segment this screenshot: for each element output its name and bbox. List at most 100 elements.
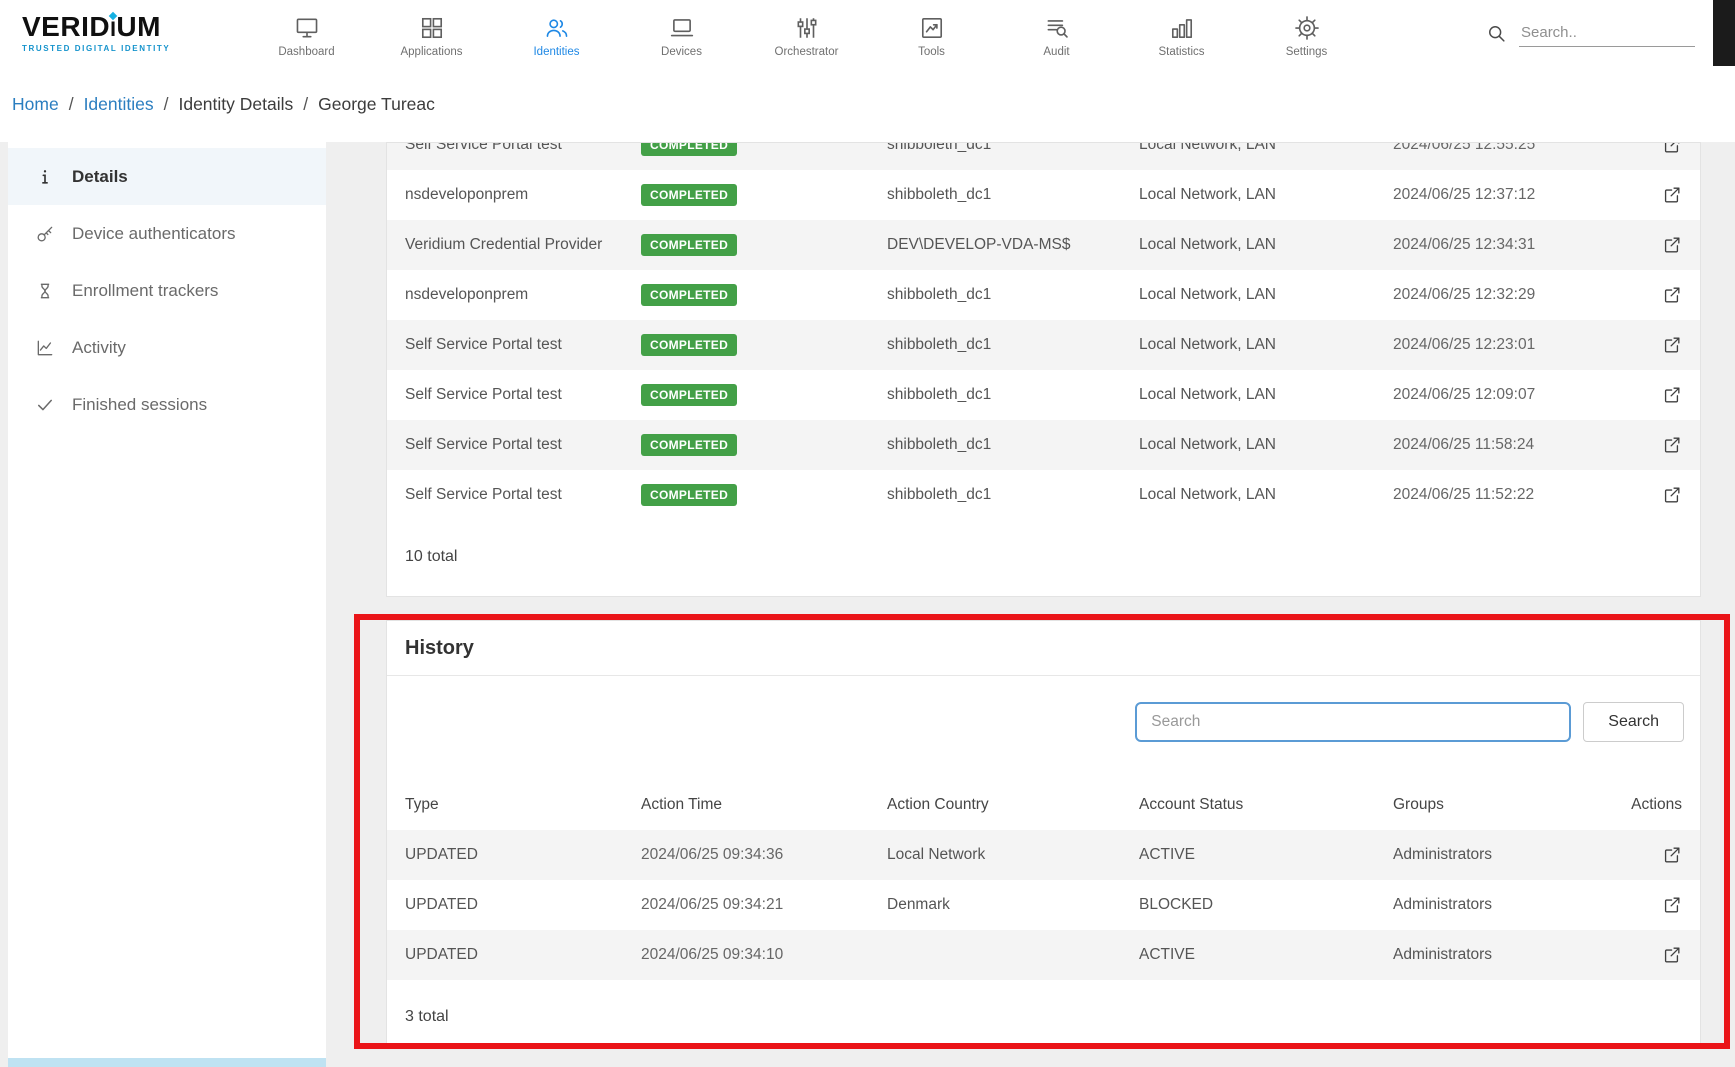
nav-label: Dashboard bbox=[278, 46, 334, 58]
col-action-time: Action Time bbox=[637, 796, 883, 814]
top-search bbox=[1486, 0, 1695, 66]
nav-item-tools[interactable]: Tools bbox=[869, 9, 994, 58]
session-name: Self Service Portal test bbox=[387, 436, 637, 454]
history-search-input[interactable] bbox=[1135, 702, 1571, 742]
session-time: 2024/06/25 12:23:01 bbox=[1389, 336, 1649, 354]
col-type: Type bbox=[387, 796, 637, 814]
nav-item-applications[interactable]: Applications bbox=[369, 9, 494, 58]
key-icon bbox=[34, 224, 56, 244]
veridium-logo[interactable]: VERIDIUM TRUSTED DIGITAL IDENTITY bbox=[22, 13, 230, 53]
session-device: shibboleth_dc1 bbox=[883, 142, 1135, 154]
sessions-total: 10 total bbox=[387, 520, 1700, 596]
breadcrumb-identity-name: George Tureac bbox=[318, 94, 435, 115]
status-badge: COMPLETED bbox=[641, 184, 737, 206]
hourglass-icon bbox=[34, 281, 56, 301]
info-icon bbox=[34, 167, 56, 187]
nav-item-orchestrator[interactable]: Orchestrator bbox=[744, 9, 869, 58]
session-time: 2024/06/25 12:55:25 bbox=[1389, 142, 1649, 154]
history-table-header: Type Action Time Action Country Account … bbox=[387, 780, 1700, 830]
history-row: UPDATED 2024/06/25 09:34:21 Denmark BLOC… bbox=[387, 880, 1700, 930]
session-status-cell: COMPLETED bbox=[637, 484, 883, 506]
nav-label: Devices bbox=[661, 46, 702, 58]
session-row: Self Service Portal test COMPLETED shibb… bbox=[387, 470, 1700, 520]
open-session-icon[interactable] bbox=[1662, 385, 1682, 405]
nav-item-audit[interactable]: Audit bbox=[994, 9, 1119, 58]
breadcrumb: Home / Identities / Identity Details / G… bbox=[0, 66, 1735, 142]
sidebar-item-label: Enrollment trackers bbox=[72, 281, 218, 301]
open-session-icon[interactable] bbox=[1662, 435, 1682, 455]
open-session-icon[interactable] bbox=[1662, 185, 1682, 205]
session-row: Self Service Portal test COMPLETED shibb… bbox=[387, 142, 1700, 170]
session-row: Self Service Portal test COMPLETED shibb… bbox=[387, 370, 1700, 420]
col-groups: Groups bbox=[1389, 796, 1649, 814]
breadcrumb-identity-details: Identity Details bbox=[178, 94, 293, 115]
session-row: Veridium Credential Provider COMPLETED D… bbox=[387, 220, 1700, 270]
nav-item-dashboard[interactable]: Dashboard bbox=[244, 9, 369, 58]
history-search-row: Search bbox=[387, 702, 1700, 742]
history-type: UPDATED bbox=[387, 846, 637, 864]
session-device: shibboleth_dc1 bbox=[883, 336, 1135, 354]
open-session-icon[interactable] bbox=[1662, 142, 1682, 155]
session-time: 2024/06/25 12:37:12 bbox=[1389, 186, 1649, 204]
open-history-icon[interactable] bbox=[1662, 845, 1682, 865]
session-device: shibboleth_dc1 bbox=[883, 286, 1135, 304]
history-time: 2024/06/25 09:34:10 bbox=[637, 946, 883, 964]
open-history-icon[interactable] bbox=[1662, 945, 1682, 965]
session-status-cell: COMPLETED bbox=[637, 284, 883, 306]
history-type: UPDATED bbox=[387, 946, 637, 964]
open-session-icon[interactable] bbox=[1662, 235, 1682, 255]
session-status-cell: COMPLETED bbox=[637, 184, 883, 206]
session-actions-cell bbox=[1658, 142, 1700, 155]
nav-item-statistics[interactable]: Statistics bbox=[1119, 9, 1244, 58]
col-action-country: Action Country bbox=[883, 796, 1135, 814]
status-badge: COMPLETED bbox=[641, 334, 737, 356]
session-location: Local Network, LAN bbox=[1135, 236, 1389, 254]
history-card: History Search Type Action Time Action C… bbox=[386, 620, 1701, 1047]
dashboard-icon bbox=[294, 15, 320, 41]
session-actions-cell bbox=[1658, 235, 1700, 255]
status-badge: COMPLETED bbox=[641, 234, 737, 256]
devices-icon bbox=[669, 15, 695, 41]
session-name: nsdeveloponprem bbox=[387, 186, 637, 204]
session-row: Self Service Portal test COMPLETED shibb… bbox=[387, 420, 1700, 470]
open-session-icon[interactable] bbox=[1662, 485, 1682, 505]
session-name: Self Service Portal test bbox=[387, 336, 637, 354]
session-row: Self Service Portal test COMPLETED shibb… bbox=[387, 320, 1700, 370]
sidebar: Details Device authenticators Enrollment… bbox=[8, 142, 326, 1058]
sidebar-item-activity[interactable]: Activity bbox=[8, 319, 326, 376]
sidebar-item-label: Finished sessions bbox=[72, 395, 207, 415]
breadcrumb-home[interactable]: Home bbox=[12, 94, 59, 115]
nav-item-identities[interactable]: Identities bbox=[494, 9, 619, 58]
sessions-card: Self Service Portal test COMPLETED shibb… bbox=[386, 142, 1701, 597]
open-session-icon[interactable] bbox=[1662, 335, 1682, 355]
history-total: 3 total bbox=[387, 980, 1700, 1046]
nav-item-settings[interactable]: Settings bbox=[1244, 9, 1369, 58]
status-badge: COMPLETED bbox=[641, 142, 737, 156]
sidebar-bottom-strip bbox=[8, 1058, 326, 1067]
session-location: Local Network, LAN bbox=[1135, 142, 1389, 154]
sidebar-item-enrollment-trackers[interactable]: Enrollment trackers bbox=[8, 262, 326, 319]
session-location: Local Network, LAN bbox=[1135, 436, 1389, 454]
session-name: Self Service Portal test bbox=[387, 142, 637, 154]
nav-label: Audit bbox=[1043, 46, 1069, 58]
col-actions: Actions bbox=[1627, 796, 1700, 814]
sidebar-item-finished-sessions[interactable]: Finished sessions bbox=[8, 376, 326, 433]
session-location: Local Network, LAN bbox=[1135, 186, 1389, 204]
session-actions-cell bbox=[1658, 485, 1700, 505]
session-device: shibboleth_dc1 bbox=[883, 386, 1135, 404]
content-area: Details Device authenticators Enrollment… bbox=[0, 142, 1735, 1067]
history-title: History bbox=[405, 637, 474, 660]
breadcrumb-identities[interactable]: Identities bbox=[84, 94, 154, 115]
session-name: Veridium Credential Provider bbox=[387, 236, 637, 254]
status-badge: COMPLETED bbox=[641, 384, 737, 406]
nav-label: Tools bbox=[918, 46, 945, 58]
open-history-icon[interactable] bbox=[1662, 895, 1682, 915]
history-groups: Administrators bbox=[1389, 896, 1649, 914]
history-type: UPDATED bbox=[387, 896, 637, 914]
open-session-icon[interactable] bbox=[1662, 285, 1682, 305]
sidebar-item-details[interactable]: Details bbox=[8, 148, 326, 205]
top-search-input[interactable] bbox=[1519, 19, 1695, 47]
sidebar-item-device-authenticators[interactable]: Device authenticators bbox=[8, 205, 326, 262]
nav-item-devices[interactable]: Devices bbox=[619, 9, 744, 58]
history-search-button[interactable]: Search bbox=[1583, 702, 1684, 742]
